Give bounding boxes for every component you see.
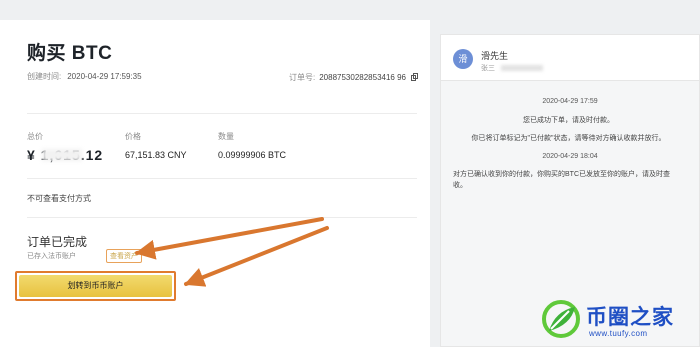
brand-name: 币圈之家 <box>586 306 674 329</box>
annotation-arrow <box>135 217 324 260</box>
annotation-arrow <box>184 226 329 287</box>
brand-url: www.tuufy.com <box>589 329 648 338</box>
brand-logo-icon <box>542 300 580 338</box>
annotation-arrows <box>135 217 329 287</box>
